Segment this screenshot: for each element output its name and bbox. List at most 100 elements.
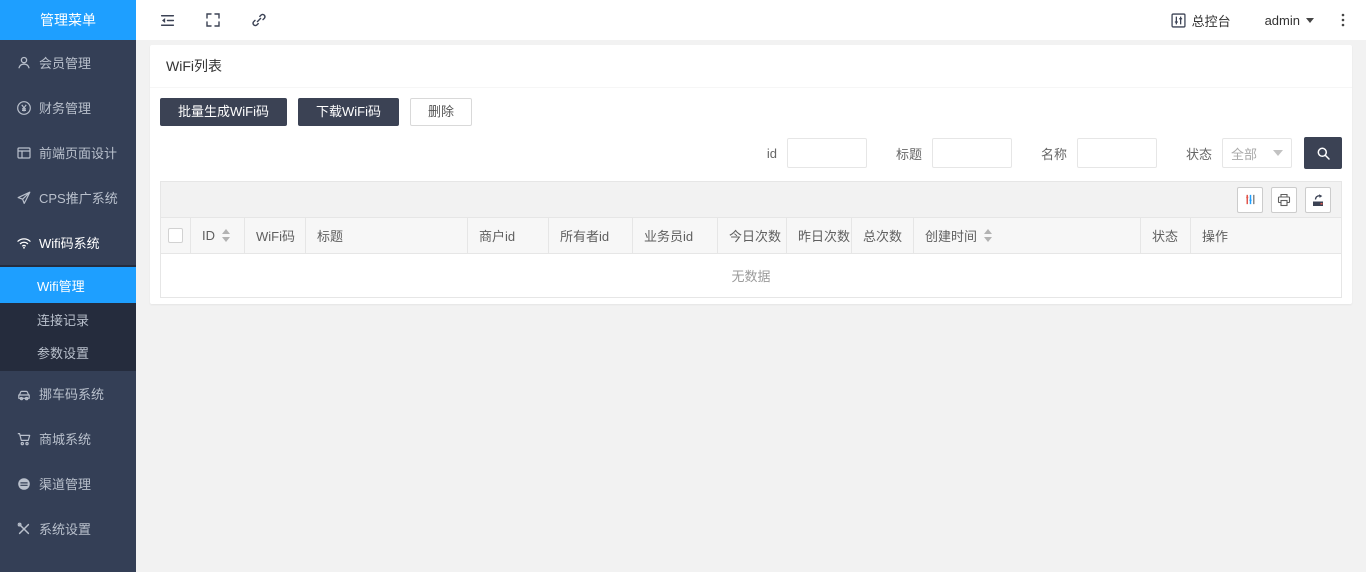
status-select[interactable]: 全部 — [1222, 138, 1292, 168]
column-header-total-count: 总次数 — [852, 218, 914, 253]
search-icon — [1316, 146, 1331, 161]
sidebar-item-label: 商城系统 — [39, 429, 91, 448]
sidebar-item-wifi-system[interactable]: Wifi码系统 — [0, 220, 136, 265]
filter-status-label: 状态 — [1186, 144, 1212, 163]
sidebar-item-label: Wifi码系统 — [39, 233, 100, 252]
yen-icon — [16, 100, 32, 116]
wifi-icon — [16, 235, 32, 251]
more-menu-icon[interactable] — [1336, 12, 1350, 28]
column-label: 商户id — [479, 226, 515, 245]
print-icon — [1277, 193, 1291, 207]
action-buttons: 批量生成WiFi码 下载WiFi码 删除 — [160, 98, 1342, 126]
sort-icon[interactable] — [222, 229, 230, 242]
column-label: ID — [202, 228, 215, 243]
column-label: 创建时间 — [925, 226, 977, 245]
sidebar-subitem-label: 参数设置 — [37, 343, 89, 362]
filter-title-label: 标题 — [896, 144, 922, 163]
sidebar-menu: 会员管理 财务管理 前端页面设计 CPS推广系统 — [0, 40, 136, 551]
export-button[interactable] — [1305, 187, 1331, 213]
column-label: WiFi码 — [256, 226, 295, 245]
page-title: WiFi列表 — [150, 45, 1352, 88]
filter-name-label: 名称 — [1041, 144, 1067, 163]
column-label: 标题 — [317, 226, 343, 245]
card-body: 批量生成WiFi码 下载WiFi码 删除 id 标题 名称 状态 全部 — [150, 88, 1352, 304]
wifi-list-card: WiFi列表 批量生成WiFi码 下载WiFi码 删除 id 标题 名称 状态 … — [150, 45, 1352, 304]
table-toolbar — [161, 182, 1341, 218]
topbar-left-icons — [136, 0, 282, 40]
tools-icon — [16, 521, 32, 537]
column-header-owner-id: 所有者id — [549, 218, 633, 253]
sidebar-item-channel[interactable]: 渠道管理 — [0, 461, 136, 506]
column-header-wifi-code: WiFi码 — [245, 218, 306, 253]
columns-icon — [1244, 193, 1257, 206]
sidebar-item-cps[interactable]: CPS推广系统 — [0, 175, 136, 220]
column-label: 所有者id — [560, 226, 609, 245]
export-icon — [1311, 193, 1325, 207]
print-button[interactable] — [1271, 187, 1297, 213]
layout-icon — [16, 145, 32, 161]
column-header-title: 标题 — [306, 218, 468, 253]
sidebar-item-move-car[interactable]: 挪车码系统 — [0, 371, 136, 416]
no-data-text: 无数据 — [161, 254, 1341, 297]
sidebar-item-label: 会员管理 — [39, 53, 91, 72]
column-header-status: 状态 — [1141, 218, 1191, 253]
filter-id-input[interactable] — [787, 138, 867, 168]
column-label: 昨日次数 — [798, 226, 850, 245]
select-all-cell — [161, 218, 191, 253]
circle-icon — [16, 476, 32, 492]
download-button[interactable]: 下载WiFi码 — [298, 98, 399, 126]
sidebar: 管理菜单 会员管理 财务管理 前端页面设计 — [0, 0, 136, 572]
filter-id-label: id — [767, 146, 777, 161]
filter-columns-button[interactable] — [1237, 187, 1263, 213]
delete-button[interactable]: 删除 — [410, 98, 472, 126]
sidebar-subitem-label: 连接记录 — [37, 310, 89, 329]
select-caret-icon — [1273, 150, 1283, 156]
column-label: 业务员id — [644, 226, 693, 245]
console-label: 总控台 — [1192, 11, 1231, 30]
column-label: 今日次数 — [729, 226, 781, 245]
car-icon — [16, 386, 32, 402]
sidebar-item-frontend-design[interactable]: 前端页面设计 — [0, 130, 136, 175]
user-icon — [16, 55, 32, 71]
topbar: 总控台 admin — [136, 0, 1366, 40]
column-header-create-time: 创建时间 — [914, 218, 1141, 253]
batch-generate-button[interactable]: 批量生成WiFi码 — [160, 98, 287, 126]
sidebar-item-label: 渠道管理 — [39, 474, 91, 493]
sidebar-item-finance[interactable]: 财务管理 — [0, 85, 136, 130]
search-button[interactable] — [1304, 137, 1342, 169]
select-all-checkbox[interactable] — [168, 228, 183, 243]
sidebar-item-system-settings[interactable]: 系统设置 — [0, 506, 136, 551]
sidebar-item-label: 财务管理 — [39, 98, 91, 117]
sidebar-item-mall[interactable]: 商城系统 — [0, 416, 136, 461]
link-icon[interactable] — [236, 0, 282, 40]
user-dropdown[interactable]: admin — [1265, 13, 1314, 28]
sidebar-item-member[interactable]: 会员管理 — [0, 40, 136, 85]
filter-bar: id 标题 名称 状态 全部 — [160, 137, 1342, 169]
table-header-row: ID WiFi码 标题 商户id 所有者id — [161, 218, 1341, 254]
column-header-salesman-id: 业务员id — [633, 218, 718, 253]
sort-icon[interactable] — [984, 229, 992, 242]
sidebar-item-label: 系统设置 — [39, 519, 91, 538]
filter-name-input[interactable] — [1077, 138, 1157, 168]
data-table: ID WiFi码 标题 商户id 所有者id — [160, 181, 1342, 298]
chevron-down-icon — [1306, 18, 1314, 23]
sidebar-item-label: 挪车码系统 — [39, 384, 104, 403]
sidebar-subitem-wifi-manage[interactable]: Wifi管理 — [0, 267, 136, 303]
console-link[interactable]: 总控台 — [1171, 11, 1231, 30]
column-header-id: ID — [191, 218, 245, 253]
column-label: 状态 — [1152, 226, 1178, 245]
column-label: 总次数 — [863, 226, 902, 245]
paper-plane-icon — [16, 190, 32, 206]
user-name: admin — [1265, 13, 1300, 28]
topbar-right: 总控台 admin — [1171, 11, 1366, 30]
filter-title-input[interactable] — [932, 138, 1012, 168]
sidebar-subitem-label: Wifi管理 — [37, 276, 85, 295]
sidebar-subitem-connection-log[interactable]: 连接记录 — [0, 303, 136, 336]
column-header-merchant-id: 商户id — [468, 218, 549, 253]
console-icon — [1171, 13, 1186, 28]
sidebar-title: 管理菜单 — [0, 0, 136, 40]
collapse-menu-icon[interactable] — [144, 0, 190, 40]
fullscreen-icon[interactable] — [190, 0, 236, 40]
sidebar-subitem-parameter-settings[interactable]: 参数设置 — [0, 336, 136, 369]
main-content: WiFi列表 批量生成WiFi码 下载WiFi码 删除 id 标题 名称 状态 … — [136, 40, 1366, 572]
